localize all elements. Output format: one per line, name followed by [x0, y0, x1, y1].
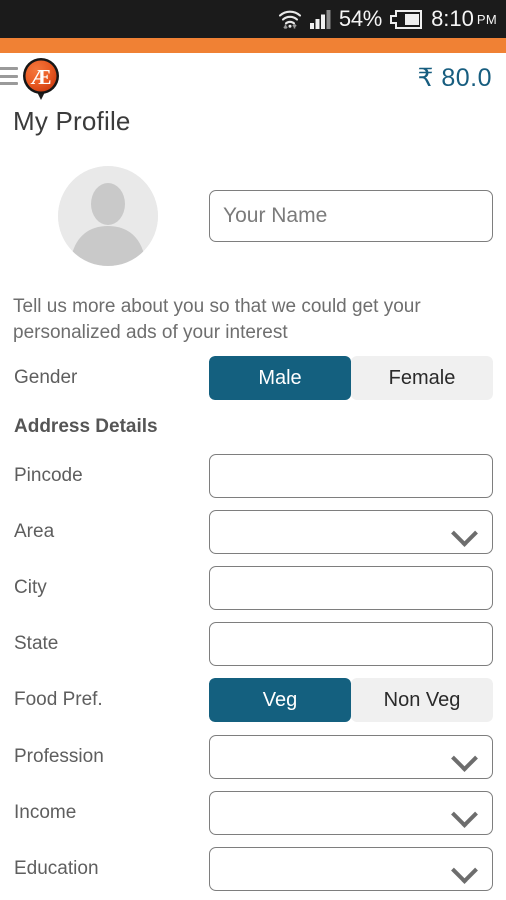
row-area: Area	[0, 509, 506, 555]
area-label: Area	[14, 521, 55, 542]
food-pref-option-non-veg[interactable]: Non Veg	[351, 678, 493, 722]
orange-accent-bar	[0, 38, 506, 53]
svg-text:Æ: Æ	[31, 65, 52, 89]
wallet-balance[interactable]: ₹ 80.0	[417, 63, 492, 93]
row-city: City	[0, 565, 506, 611]
state-label: State	[14, 633, 59, 654]
app-logo-pin-icon[interactable]: Æ	[22, 57, 60, 103]
profile-screen: 54% 8:10 PM Æ ₹ 80.0 My Profile Your Nam…	[0, 0, 506, 900]
food-pref-toggle[interactable]: Veg Non Veg	[209, 678, 493, 722]
row-income: Income	[0, 790, 506, 836]
row-state: State	[0, 621, 506, 667]
gender-toggle[interactable]: Male Female	[209, 356, 493, 400]
name-input[interactable]	[209, 190, 493, 242]
wifi-icon	[277, 7, 303, 31]
hamburger-menu-icon[interactable]	[0, 65, 20, 87]
section-address-details: Address Details	[0, 407, 506, 447]
state-input[interactable]	[209, 622, 493, 666]
battery-percent-label: 54%	[338, 6, 383, 31]
gender-option-female[interactable]: Female	[351, 356, 493, 400]
pincode-label: Pincode	[14, 465, 83, 486]
status-bar: 54% 8:10 PM	[0, 0, 506, 38]
row-education: Education	[0, 846, 506, 892]
clock-ampm: PM	[476, 11, 497, 27]
gender-option-male[interactable]: Male	[209, 356, 351, 400]
education-label: Education	[14, 858, 99, 879]
area-dropdown[interactable]	[209, 510, 493, 554]
profession-dropdown[interactable]	[209, 735, 493, 779]
user-avatar-placeholder-icon[interactable]	[58, 166, 158, 266]
row-food-pref: Food Pref. Veg Non Veg	[0, 677, 506, 723]
row-profession: Profession	[0, 734, 506, 780]
row-gender: Gender Male Female	[0, 355, 506, 401]
section-heading: Address Details	[14, 416, 158, 437]
clock-time: 8:10	[431, 6, 474, 31]
education-dropdown[interactable]	[209, 847, 493, 891]
tagline-text: Tell us more about you so that we could …	[13, 296, 421, 343]
city-input[interactable]	[209, 566, 493, 610]
city-label: City	[14, 577, 47, 598]
food-pref-option-veg[interactable]: Veg	[209, 678, 351, 722]
profession-label: Profession	[14, 746, 104, 767]
cellular-signal-icon	[309, 9, 332, 29]
gender-label: Gender	[14, 367, 78, 388]
income-label: Income	[14, 802, 77, 823]
battery-icon	[389, 9, 423, 29]
page-title: My Profile	[13, 106, 131, 136]
row-pincode: Pincode	[0, 453, 506, 499]
food-pref-label: Food Pref.	[14, 689, 103, 710]
app-header: Æ ₹ 80.0	[0, 53, 506, 105]
pincode-input[interactable]	[209, 454, 493, 498]
income-dropdown[interactable]	[209, 791, 493, 835]
